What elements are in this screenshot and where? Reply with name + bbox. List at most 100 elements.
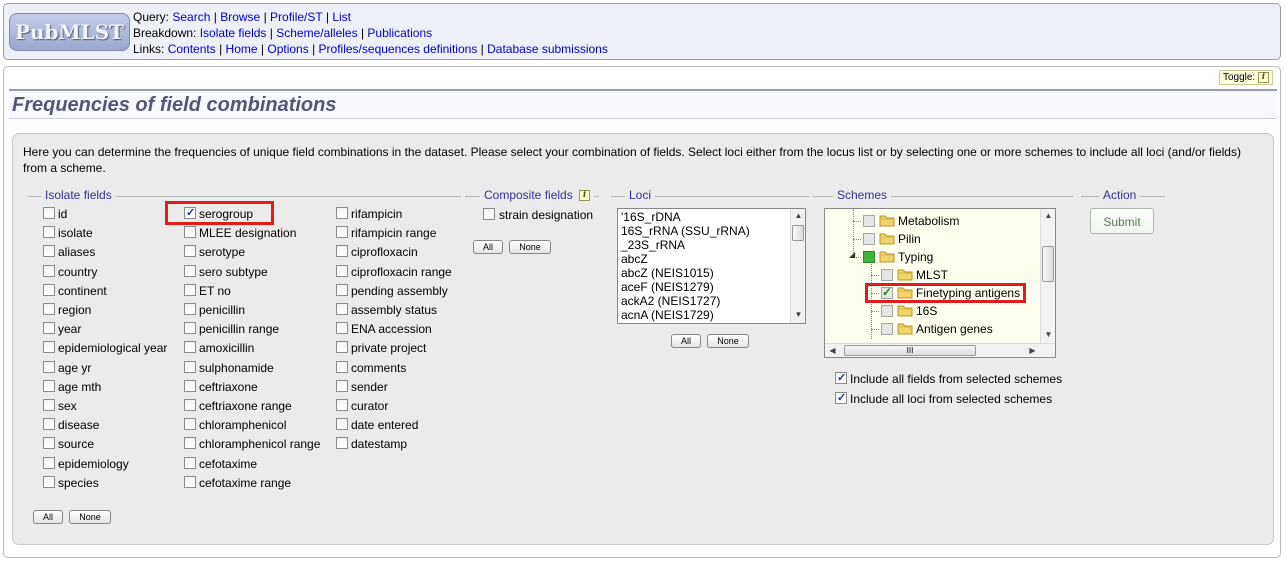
isolate-field-checkbox[interactable] [43, 226, 55, 239]
scroll-left-icon[interactable]: ◀ [825, 344, 840, 357]
isolate-field-checkbox[interactable] [43, 379, 55, 392]
scheme-checkbox[interactable] [863, 215, 875, 227]
loci-option[interactable]: aceF (NEIS1279) [621, 280, 714, 294]
submit-button[interactable]: Submit [1090, 208, 1154, 234]
isolate-fields-all-button[interactable]: All [33, 510, 63, 524]
scheme-tree-node[interactable]: Metabolism [825, 213, 1040, 229]
scheme-tree-node[interactable]: ◢ Typing [825, 249, 1040, 265]
pubmlst-logo[interactable]: PubMLST [9, 13, 130, 51]
info-icon[interactable]: i [579, 190, 591, 202]
loci-option[interactable]: _23S_rRNA [621, 238, 685, 252]
scheme-checkbox[interactable] [881, 323, 893, 335]
isolate-field-checkbox[interactable] [43, 456, 55, 469]
isolate-field-checkbox[interactable] [184, 226, 196, 239]
loci-option[interactable]: abcZ (NEIS1015) [621, 266, 714, 280]
isolate-field-checkbox[interactable] [184, 437, 196, 450]
toggle-help[interactable]: Toggle: i [1218, 70, 1273, 85]
scheme-tree-node[interactable]: 16S [825, 303, 1040, 319]
isolate-field-checkbox[interactable] [43, 303, 55, 315]
loci-all-button[interactable]: All [671, 334, 701, 348]
isolate-field-checkbox[interactable] [184, 475, 196, 488]
isolate-field-checkbox[interactable] [184, 341, 196, 354]
scheme-tree-node[interactable]: Finetyping antigens [825, 285, 1040, 301]
scroll-down-icon[interactable]: ▼ [1041, 328, 1055, 342]
scroll-down-icon[interactable]: ▼ [791, 308, 805, 322]
isolate-field-checkbox[interactable] [184, 206, 196, 219]
info-icon[interactable]: i [1258, 72, 1269, 83]
link-publications[interactable]: Publications [367, 26, 432, 40]
composite-fields-all-button[interactable]: All [473, 240, 503, 254]
isolate-field-checkbox[interactable] [184, 264, 196, 277]
loci-option[interactable]: '16S_rDNA [621, 210, 681, 224]
link-options[interactable]: Options [267, 42, 308, 56]
link-profile-st[interactable]: Profile/ST [270, 10, 322, 24]
isolate-field-checkbox[interactable] [184, 322, 196, 335]
scheme-checkbox[interactable] [881, 285, 893, 299]
scroll-up-icon[interactable]: ▲ [791, 209, 805, 223]
scheme-checkbox[interactable] [881, 305, 893, 317]
include-loci-checkbox[interactable] [835, 391, 847, 404]
isolate-field-checkbox[interactable] [336, 264, 348, 277]
schemes-tree[interactable]: Metabolism Pilin ◢ Typing MLST Finetyping ant… [824, 208, 1056, 358]
strain-designation-checkbox[interactable] [483, 208, 495, 220]
link-profiles-sequences[interactable]: Profiles/sequences definitions [319, 42, 478, 56]
isolate-field-checkbox[interactable] [184, 399, 196, 411]
isolate-field-checkbox[interactable] [43, 437, 55, 450]
isolate-field-checkbox[interactable] [336, 226, 348, 239]
isolate-field-checkbox[interactable] [184, 456, 196, 469]
isolate-field-checkbox[interactable] [184, 418, 196, 431]
link-contents[interactable]: Contents [168, 42, 216, 56]
scroll-right-icon[interactable]: ▶ [1025, 344, 1040, 357]
scroll-thumb[interactable] [1042, 246, 1054, 282]
isolate-field-checkbox[interactable] [184, 379, 196, 392]
link-scheme-alleles[interactable]: Scheme/alleles [276, 26, 357, 40]
isolate-field-checkbox[interactable] [43, 264, 55, 277]
scheme-tree-node[interactable]: Antigen genes [825, 321, 1040, 337]
scheme-checkbox[interactable] [863, 251, 875, 263]
link-home[interactable]: Home [226, 42, 258, 56]
isolate-field-checkbox[interactable] [43, 399, 55, 411]
isolate-field-checkbox[interactable] [43, 245, 55, 258]
include-fields-checkbox[interactable] [835, 371, 847, 384]
isolate-field-checkbox[interactable] [43, 283, 55, 296]
scheme-tree-node[interactable]: Pilin [825, 231, 1040, 247]
isolate-field-checkbox[interactable] [336, 283, 348, 296]
expand-arrow-icon[interactable]: ◢ [849, 250, 855, 259]
link-database-submissions[interactable]: Database submissions [487, 42, 608, 56]
isolate-field-checkbox[interactable] [336, 437, 348, 450]
link-isolate-fields[interactable]: Isolate fields [200, 26, 267, 40]
isolate-field-checkbox[interactable] [336, 399, 348, 411]
isolate-field-checkbox[interactable] [336, 245, 348, 258]
isolate-field-checkbox[interactable] [336, 207, 348, 219]
scroll-thumb[interactable]: III [844, 345, 976, 356]
isolate-field-checkbox[interactable] [43, 322, 55, 335]
isolate-field-checkbox[interactable] [184, 245, 196, 258]
loci-option[interactable]: ackA2 (NEIS1727) [621, 294, 720, 308]
isolate-field-checkbox[interactable] [336, 418, 348, 431]
loci-listbox[interactable]: '16S_rDNA 16S_rRNA (SSU_rRNA) _23S_rRNA abc… [617, 208, 806, 324]
link-list[interactable]: List [332, 10, 351, 24]
scheme-checkbox[interactable] [863, 233, 875, 245]
schemes-vscrollbar[interactable]: ▲ ▼ [1040, 209, 1055, 343]
isolate-field-checkbox[interactable] [43, 207, 55, 219]
scroll-thumb[interactable] [792, 225, 804, 241]
isolate-field-checkbox[interactable] [43, 360, 55, 373]
isolate-field-checkbox[interactable] [336, 322, 348, 335]
isolate-field-checkbox[interactable] [184, 283, 196, 296]
link-search[interactable]: Search [172, 10, 210, 24]
isolate-field-checkbox[interactable] [43, 475, 55, 488]
isolate-field-checkbox[interactable] [336, 303, 348, 315]
scheme-checkbox[interactable] [881, 269, 893, 281]
schemes-hscrollbar[interactable]: ◀ III ▶ [825, 343, 1055, 357]
loci-option[interactable]: abcZ [621, 252, 648, 266]
link-browse[interactable]: Browse [220, 10, 260, 24]
loci-option[interactable]: acnA (NEIS1729) [621, 308, 714, 322]
isolate-field-checkbox[interactable] [336, 341, 348, 354]
isolate-field-checkbox[interactable] [184, 360, 196, 373]
scroll-up-icon[interactable]: ▲ [1041, 209, 1055, 223]
isolate-field-checkbox[interactable] [336, 379, 348, 392]
isolate-field-checkbox[interactable] [336, 360, 348, 373]
loci-scrollbar[interactable]: ▲ ▼ [790, 209, 805, 323]
loci-option[interactable]: 16S_rRNA (SSU_rRNA) [621, 224, 750, 238]
isolate-field-checkbox[interactable] [43, 341, 55, 354]
